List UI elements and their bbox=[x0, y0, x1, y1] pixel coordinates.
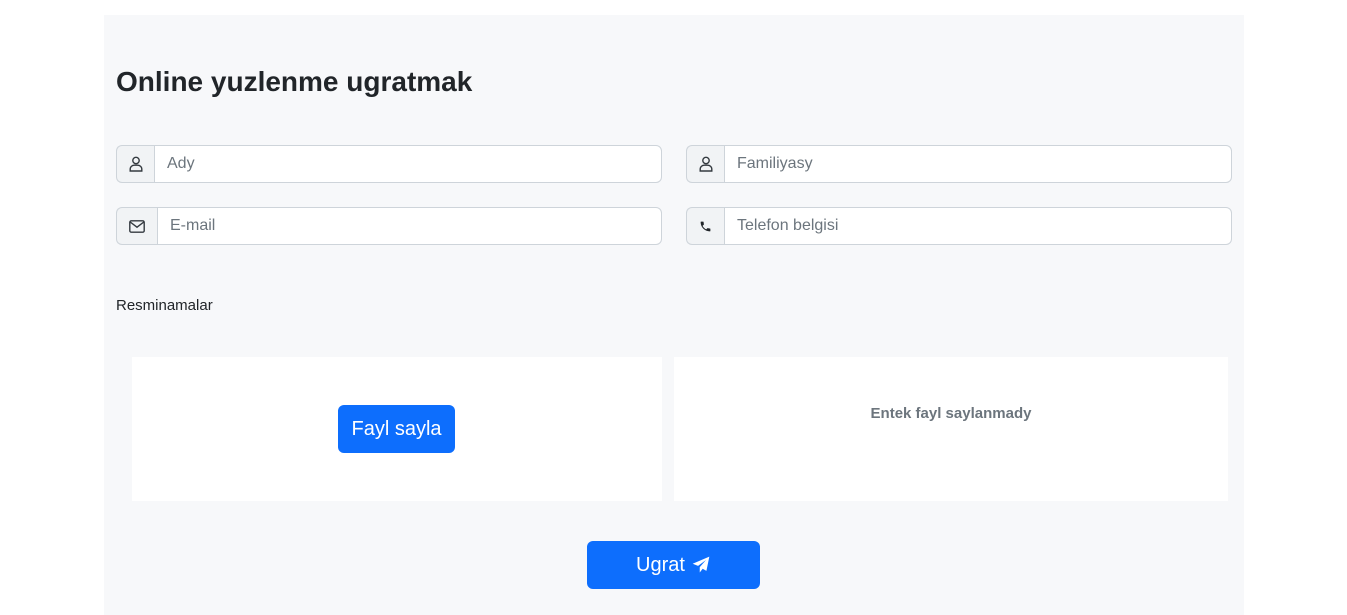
submit-button[interactable]: Ugrat bbox=[587, 541, 760, 589]
paper-plane-icon bbox=[691, 555, 711, 575]
user-icon bbox=[686, 145, 724, 183]
name-field[interactable] bbox=[154, 145, 662, 183]
surname-field[interactable] bbox=[724, 145, 1232, 183]
application-form-panel: Online yuzlenme ugratmak Ady Familiyasy … bbox=[104, 15, 1244, 615]
no-file-status: Entek fayl saylanmady bbox=[870, 405, 1032, 422]
choose-file-button[interactable]: Fayl sayla bbox=[338, 405, 455, 453]
user-icon bbox=[116, 145, 154, 183]
page-title: Online yuzlenme ugratmak bbox=[116, 66, 473, 97]
phone-field[interactable] bbox=[724, 207, 1232, 245]
file-status-area: Entek fayl saylanmady bbox=[674, 357, 1228, 501]
phone-icon bbox=[686, 207, 724, 245]
name-input-group bbox=[116, 145, 662, 183]
phone-input-group bbox=[686, 207, 1232, 245]
email-field[interactable] bbox=[157, 207, 662, 245]
envelope-icon bbox=[116, 207, 157, 245]
documents-label: Resminamalar bbox=[116, 297, 213, 314]
surname-input-group bbox=[686, 145, 1232, 183]
email-input-group bbox=[116, 207, 662, 245]
file-upload-area: Fayl sayla bbox=[132, 357, 662, 501]
submit-label: Ugrat bbox=[636, 553, 685, 576]
